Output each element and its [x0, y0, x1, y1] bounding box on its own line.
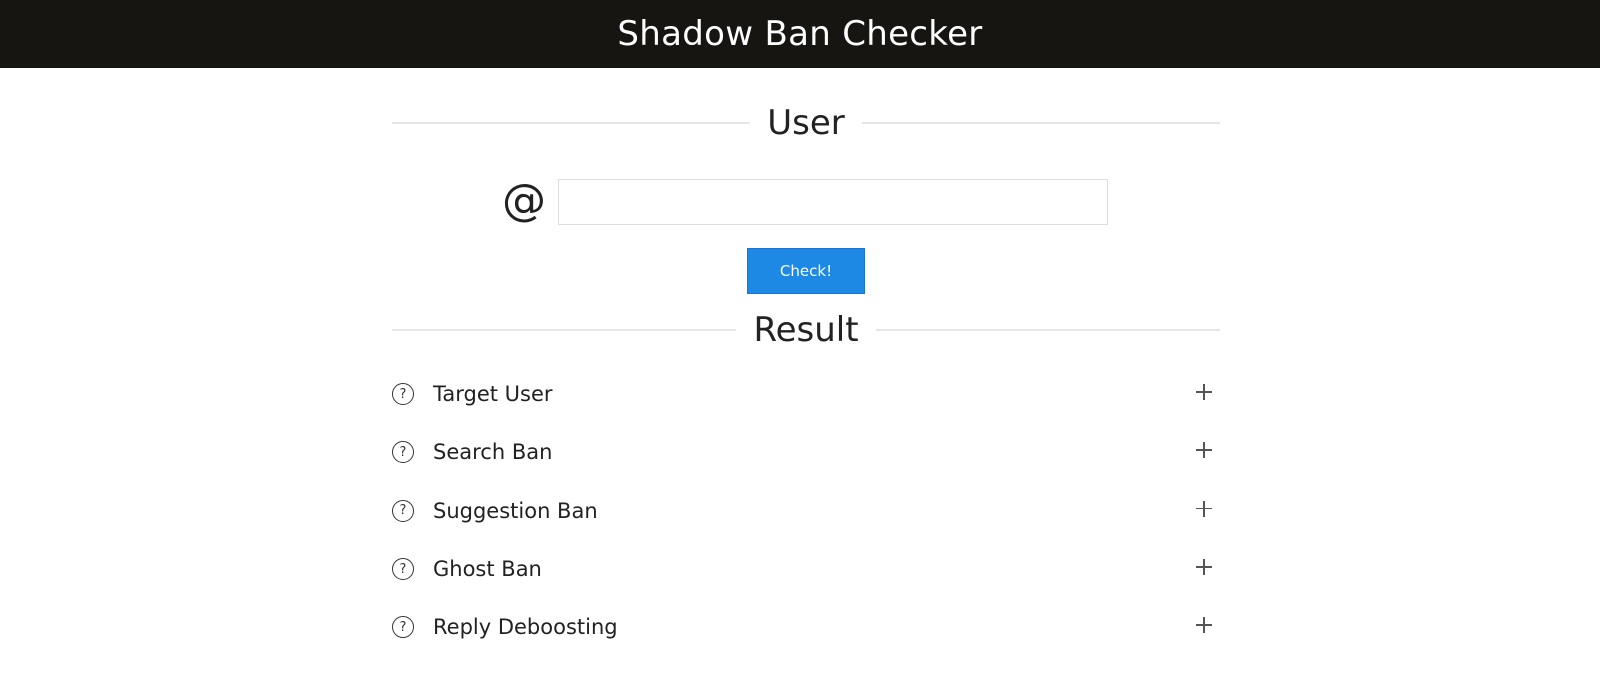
question-circle-icon: ? — [392, 499, 414, 522]
result-section-heading: Result — [392, 310, 1220, 350]
username-input[interactable] — [558, 179, 1108, 225]
user-heading-text: User — [767, 103, 845, 143]
check-button[interactable]: Check! — [747, 248, 865, 294]
plus-icon[interactable] — [1196, 559, 1212, 576]
result-item-label: Target User — [433, 382, 553, 407]
result-list: ? Target User ? Search Ban ? Suggestion … — [392, 365, 1220, 656]
result-item-target-user[interactable]: ? Target User — [392, 365, 1220, 423]
question-circle-icon: ? — [392, 616, 414, 639]
result-heading-text: Result — [753, 310, 859, 350]
plus-icon[interactable] — [1196, 384, 1212, 401]
plus-icon[interactable] — [1196, 617, 1212, 634]
result-item-reply-deboosting[interactable]: ? Reply Deboosting — [392, 598, 1220, 656]
app-header: Shadow Ban Checker — [0, 0, 1600, 68]
app-title: Shadow Ban Checker — [617, 14, 983, 54]
at-symbol: @ — [502, 175, 546, 226]
user-section-heading: User — [392, 103, 1220, 143]
plus-icon[interactable] — [1196, 500, 1212, 517]
question-circle-icon: ? — [392, 441, 414, 464]
result-item-label: Ghost Ban — [433, 557, 542, 582]
result-item-ghost-ban[interactable]: ? Ghost Ban — [392, 540, 1220, 598]
question-circle-icon: ? — [392, 383, 414, 406]
result-item-search-ban[interactable]: ? Search Ban — [392, 423, 1220, 481]
result-item-suggestion-ban[interactable]: ? Suggestion Ban — [392, 482, 1220, 540]
divider-left — [392, 122, 751, 124]
divider-right — [861, 122, 1220, 124]
result-item-label: Suggestion Ban — [433, 498, 598, 523]
divider-left — [392, 329, 737, 331]
plus-icon[interactable] — [1196, 442, 1212, 459]
result-item-label: Reply Deboosting — [433, 615, 618, 640]
result-item-label: Search Ban — [433, 440, 553, 465]
question-circle-icon: ? — [392, 558, 414, 581]
divider-right — [875, 329, 1220, 331]
